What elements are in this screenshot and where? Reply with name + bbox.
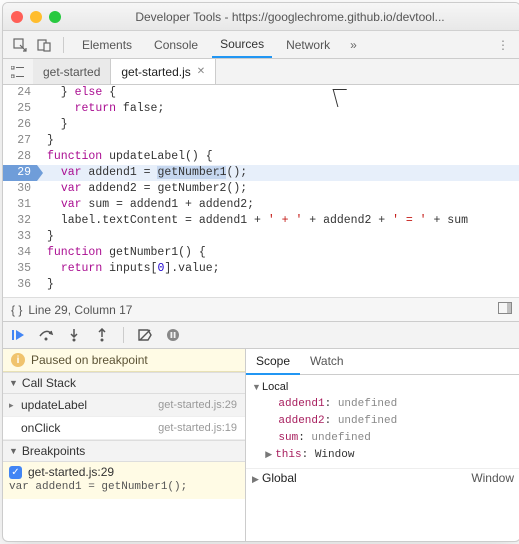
- line-number[interactable]: 34: [3, 245, 37, 261]
- call-stack-header[interactable]: ▼ Call Stack: [3, 372, 245, 394]
- scope-global-header[interactable]: ▶Global Window: [246, 468, 519, 487]
- scope-variable[interactable]: addend2: undefined: [252, 413, 514, 430]
- line-number[interactable]: 31: [3, 197, 37, 213]
- line-number[interactable]: 36: [3, 277, 37, 293]
- sidebar-toggle-icon[interactable]: [498, 302, 512, 317]
- cursor-position: Line 29, Column 17: [28, 303, 132, 317]
- frame-location: get-started.js:29: [158, 399, 237, 411]
- inspect-element-icon[interactable]: [11, 36, 29, 54]
- left-debug-panel: i Paused on breakpoint ▼ Call Stack upda…: [3, 349, 246, 541]
- step-over-icon[interactable]: [37, 326, 55, 344]
- debugger-toolbar: [3, 321, 519, 349]
- line-number[interactable]: 25: [3, 101, 37, 117]
- file-tab-label: get-started: [43, 65, 100, 79]
- breakpoint-label: get-started.js:29: [28, 465, 114, 479]
- line-number[interactable]: 28: [3, 149, 37, 165]
- scope-body: ▼Local addend1: undefined addend2: undef…: [246, 375, 519, 468]
- tab-scope[interactable]: Scope: [246, 349, 300, 375]
- info-icon: i: [11, 353, 25, 367]
- file-tab-get-started[interactable]: get-started: [33, 59, 111, 84]
- tab-console[interactable]: Console: [146, 33, 206, 57]
- titlebar: Developer Tools - https://googlechrome.g…: [3, 3, 519, 31]
- tab-elements[interactable]: Elements: [74, 33, 140, 57]
- paused-banner: i Paused on breakpoint: [3, 349, 245, 372]
- triangle-down-icon: ▼: [252, 379, 262, 396]
- file-tab-get-started-js[interactable]: get-started.js ✕: [111, 59, 216, 84]
- step-into-icon[interactable]: [65, 326, 83, 344]
- triangle-right-icon: ▶: [252, 474, 262, 485]
- line-number[interactable]: 32: [3, 213, 37, 229]
- breakpoints-title: Breakpoints: [22, 444, 85, 458]
- line-number[interactable]: 24: [3, 85, 37, 101]
- pretty-print-icon[interactable]: { }: [11, 303, 22, 317]
- triangle-down-icon: ▼: [9, 446, 18, 456]
- line-number[interactable]: 27: [3, 133, 37, 149]
- frame-function: updateLabel: [21, 398, 87, 412]
- navigator-toggle-icon[interactable]: [3, 59, 33, 84]
- call-stack-frame[interactable]: onClick get-started.js:19: [3, 417, 245, 440]
- frame-function: onClick: [21, 421, 60, 435]
- main-toolbar: Elements Console Sources Network » ⋮: [3, 31, 519, 59]
- line-number[interactable]: 35: [3, 261, 37, 277]
- device-toolbar-icon[interactable]: [35, 36, 53, 54]
- breakpoint-checkbox[interactable]: ✓: [9, 466, 22, 479]
- more-tabs-icon[interactable]: »: [344, 38, 363, 52]
- paused-text: Paused on breakpoint: [31, 353, 148, 367]
- scope-variable[interactable]: addend1: undefined: [252, 396, 514, 413]
- breakpoints-header[interactable]: ▼ Breakpoints: [3, 440, 245, 462]
- debugger-panels: i Paused on breakpoint ▼ Call Stack upda…: [3, 349, 519, 541]
- menu-icon[interactable]: ⋮: [494, 38, 512, 52]
- line-number[interactable]: 30: [3, 181, 37, 197]
- window-title: Developer Tools - https://googlechrome.g…: [68, 10, 512, 24]
- editor-status-bar: { } Line 29, Column 17: [3, 297, 519, 321]
- code-editor[interactable]: 24 } else { 25 return false; 26 } 27} 28…: [3, 85, 519, 297]
- scope-this[interactable]: ▶this: Window: [252, 447, 514, 464]
- minimize-window-button[interactable]: [30, 11, 42, 23]
- call-stack-title: Call Stack: [22, 376, 76, 390]
- close-icon[interactable]: ✕: [197, 66, 205, 77]
- frame-location: get-started.js:19: [158, 422, 237, 434]
- triangle-down-icon: ▼: [9, 378, 18, 388]
- right-tabs: Scope Watch: [246, 349, 519, 375]
- scope-global-value: Window: [471, 471, 514, 485]
- line-number[interactable]: 33: [3, 229, 37, 245]
- line-number[interactable]: 26: [3, 117, 37, 133]
- step-out-icon[interactable]: [93, 326, 111, 344]
- right-debug-panel: Scope Watch ▼Local addend1: undefined ad…: [246, 349, 519, 541]
- file-tab-label: get-started.js: [121, 65, 190, 79]
- devtools-window: Developer Tools - https://googlechrome.g…: [2, 2, 519, 542]
- scope-local-header[interactable]: ▼Local: [252, 379, 514, 396]
- scope-variable[interactable]: sum: undefined: [252, 430, 514, 447]
- breakpoint-code: var addend1 = getNumber1();: [9, 481, 239, 493]
- call-stack-frame[interactable]: updateLabel get-started.js:29: [3, 394, 245, 417]
- close-window-button[interactable]: [11, 11, 23, 23]
- tab-watch[interactable]: Watch: [300, 349, 354, 374]
- tab-network[interactable]: Network: [278, 33, 338, 57]
- triangle-right-icon: ▶: [265, 447, 275, 464]
- breakpoint-item[interactable]: ✓ get-started.js:29 var addend1 = getNum…: [3, 462, 245, 499]
- deactivate-breakpoints-icon[interactable]: [136, 326, 154, 344]
- file-tabs: get-started get-started.js ✕: [3, 59, 519, 85]
- tab-sources[interactable]: Sources: [212, 32, 272, 58]
- resume-icon[interactable]: [9, 326, 27, 344]
- pause-on-exceptions-icon[interactable]: [164, 326, 182, 344]
- maximize-window-button[interactable]: [49, 11, 61, 23]
- line-number-current[interactable]: 29: [3, 165, 37, 181]
